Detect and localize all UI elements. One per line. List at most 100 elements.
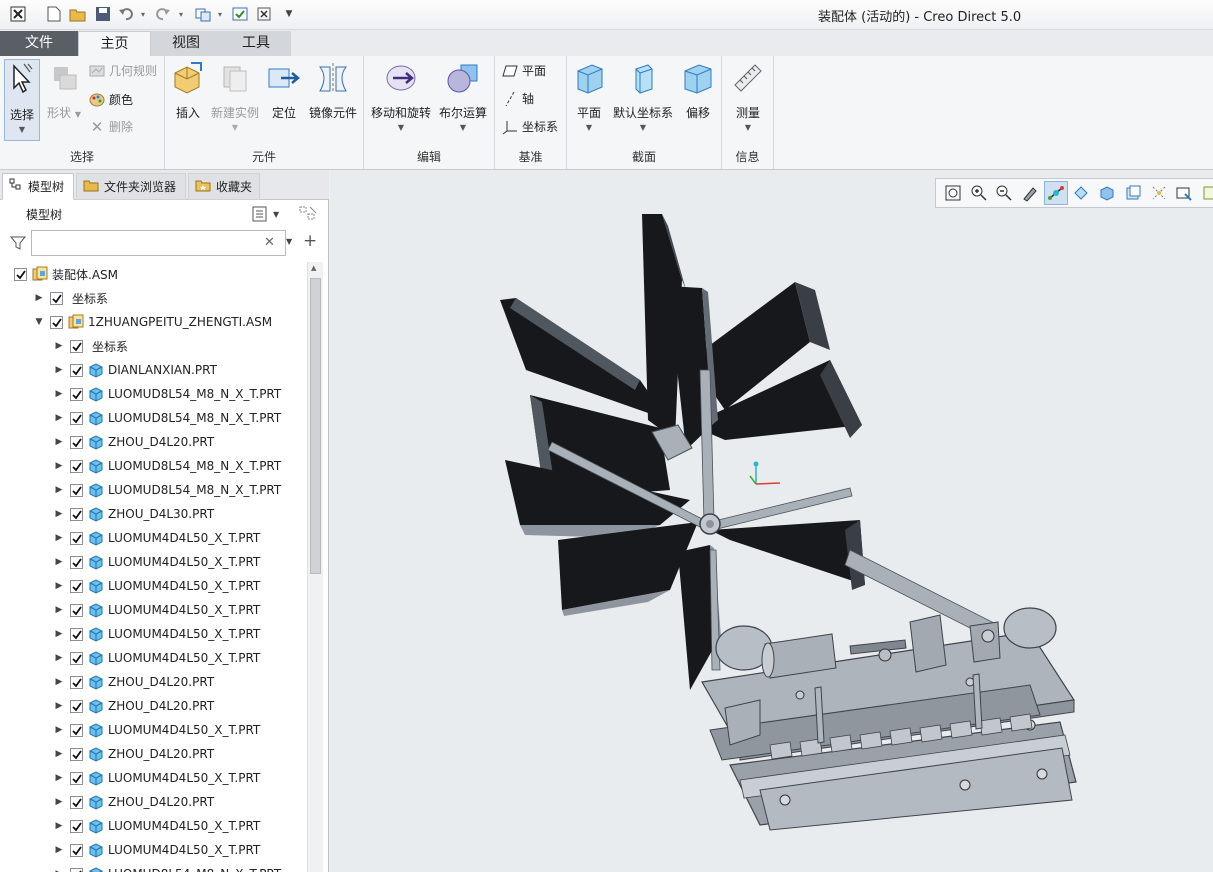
datum-csys-button[interactable]: 坐标系 [501, 118, 558, 135]
undo-icon[interactable] [117, 5, 135, 23]
expand-arrow-icon[interactable]: ▶ [54, 629, 64, 639]
insert-button[interactable]: 插入 [169, 60, 207, 121]
visibility-checkbox[interactable] [14, 267, 27, 281]
tree-row[interactable]: ▶ 坐标系 [0, 286, 307, 310]
tree-row[interactable]: ▶ ZHOU_D4L20.PRT [0, 742, 307, 766]
expand-arrow-icon[interactable]: ▶ [54, 389, 64, 399]
zoom-in-icon[interactable] [967, 181, 991, 205]
tree-row[interactable]: ▶ LUOMUM4D4L50_X_T.PRT [0, 526, 307, 550]
visibility-checkbox[interactable] [70, 723, 83, 737]
measure-button[interactable]: 测量 ▼ [728, 60, 768, 132]
expand-arrow-icon[interactable]: ▶ [54, 437, 64, 447]
tree-row[interactable]: ▶ LUOMUM4D4L50_X_T.PRT [0, 550, 307, 574]
mirror-component-button[interactable]: 镜像元件 [305, 60, 361, 121]
tree-row[interactable]: ▶LUOMUD8L54_M8_N_X_T.PRT [0, 382, 307, 406]
visibility-checkbox[interactable] [70, 507, 83, 521]
new-instance-button[interactable]: 新建实例 ▼ [209, 60, 261, 132]
expand-arrow-icon[interactable]: ▶ [54, 557, 64, 567]
expand-arrow-icon[interactable]: ▶ [54, 341, 64, 351]
tab-favorites[interactable]: 收藏夹 [188, 173, 260, 200]
tree-columns-button[interactable] [298, 204, 320, 224]
expand-arrow-icon[interactable]: ▶ [54, 413, 64, 423]
expand-arrow-icon[interactable]: ▶ [54, 797, 64, 807]
tree-scrollbar-thumb[interactable] [310, 278, 321, 574]
tree-row[interactable]: ▶ ZHOU_D4L20.PRT [0, 694, 307, 718]
visibility-checkbox[interactable] [70, 867, 83, 872]
shape-button[interactable]: 形状 ▼ [44, 60, 84, 121]
select-button[interactable]: 选择 ▼ [4, 59, 40, 141]
tree-row[interactable]: ▶ ZHOU_D4L20.PRT [0, 670, 307, 694]
visibility-checkbox[interactable] [70, 555, 83, 569]
clear-search-icon[interactable]: ✕ [264, 235, 275, 250]
graphics-window[interactable] [330, 170, 1213, 872]
offset-button[interactable]: 偏移 [679, 60, 717, 121]
visibility-checkbox[interactable] [50, 315, 63, 329]
expand-arrow-icon[interactable]: ▶ [54, 677, 64, 687]
visibility-checkbox[interactable] [70, 483, 83, 497]
visibility-checkbox[interactable] [70, 675, 83, 689]
visibility-checkbox[interactable] [70, 771, 83, 785]
tree-row[interactable]: ▶ LUOMUM4D4L50_X_T.PRT [0, 814, 307, 838]
open-file-icon[interactable] [67, 5, 89, 23]
expand-arrow-icon[interactable]: ▶ [54, 365, 64, 375]
visibility-checkbox[interactable] [70, 459, 83, 473]
expand-arrow-icon[interactable]: ▶ [34, 293, 44, 303]
tree-row[interactable]: ▶ LUOMUM4D4L50_X_T.PRT [0, 622, 307, 646]
tree-row[interactable]: ▶ ZHOU_D4L30.PRT [0, 502, 307, 526]
add-filter-icon[interactable]: + [303, 231, 317, 251]
tree-row[interactable]: ▶ LUOMUM4D4L50_X_T.PRT [0, 646, 307, 670]
tree-row[interactable]: ▶ LUOMUM4D4L50_X_T.PRT [0, 838, 307, 862]
tree-row[interactable]: ▶ ZHOU_D4L20.PRT [0, 430, 307, 454]
tree-settings-button[interactable]: ▼ [251, 204, 287, 224]
save-icon[interactable] [93, 5, 113, 23]
position-button[interactable]: 定位 [267, 60, 301, 121]
visibility-checkbox[interactable] [70, 411, 83, 425]
tab-home[interactable]: 主页 [78, 31, 151, 56]
collapse-arrow-icon[interactable]: ▼ [34, 317, 44, 327]
scroll-up-icon[interactable]: ▲ [311, 264, 316, 272]
expand-arrow-icon[interactable]: ▶ [54, 605, 64, 615]
saved-views-icon[interactable] [1121, 181, 1145, 205]
annotation-display-icon[interactable] [1173, 181, 1197, 205]
tab-model-tree[interactable]: 模型树 [2, 173, 74, 200]
expand-arrow-icon[interactable]: ▶ [54, 773, 64, 783]
tree-row[interactable]: ▶ LUOMUM4D4L50_X_T.PRT [0, 766, 307, 790]
move-rotate-button[interactable]: 移动和旋转 ▼ [368, 60, 434, 132]
spin-center-icon[interactable] [1043, 181, 1068, 205]
visibility-checkbox[interactable] [70, 531, 83, 545]
visibility-checkbox[interactable] [70, 579, 83, 593]
redo-dropdown-icon[interactable]: ▾ [176, 5, 186, 23]
delete-button[interactable]: ✕ 删除 [88, 118, 133, 136]
visibility-checkbox[interactable] [70, 843, 83, 857]
window-icon[interactable] [230, 5, 250, 23]
visibility-checkbox[interactable] [70, 627, 83, 641]
regenerate-dropdown-icon[interactable]: ▾ [215, 5, 225, 23]
section-plane-button[interactable]: 平面 ▼ [571, 60, 607, 132]
expand-arrow-icon[interactable]: ▶ [54, 749, 64, 759]
visibility-checkbox[interactable] [70, 603, 83, 617]
tree-row[interactable]: ▶LUOMUD8L54_M8_N_X_T.PRT [0, 478, 307, 502]
assembly-model[interactable] [330, 170, 1213, 872]
expand-arrow-icon[interactable]: ▶ [54, 701, 64, 711]
boolean-button[interactable]: 布尔运算 ▼ [436, 60, 490, 132]
tree-row[interactable]: ▼ 1ZHUANGPEITU_ZHENGTI.ASM [0, 310, 307, 334]
visibility-checkbox[interactable] [70, 435, 83, 449]
filter-icon[interactable] [9, 235, 27, 254]
tree-row[interactable]: ▶LUOMUD8L54_M8_N_X_T.PRT [0, 406, 307, 430]
view-manager-icon[interactable] [1070, 181, 1094, 205]
tree-row[interactable]: ▶LUOMUD8L54_M8_N_X_T.PRT [0, 454, 307, 478]
close-window-icon[interactable] [255, 5, 273, 23]
tab-folder-browser[interactable]: 文件夹浏览器 [76, 173, 186, 200]
tree-row[interactable]: ▶ LUOMUM4D4L50_X_T.PRT [0, 598, 307, 622]
redo-icon[interactable] [154, 5, 172, 23]
expand-arrow-icon[interactable]: ▶ [54, 821, 64, 831]
tree-search-input[interactable] [31, 230, 286, 256]
tree-row[interactable]: ▶LUOMUD8L54_M8_N_X_T.PRT [0, 862, 307, 872]
undo-dropdown-icon[interactable]: ▾ [138, 5, 148, 23]
regenerate-icon[interactable] [193, 5, 213, 23]
tree-scrollbar[interactable]: ▲ [307, 262, 323, 872]
expand-arrow-icon[interactable]: ▶ [54, 845, 64, 855]
zoom-out-icon[interactable] [992, 181, 1016, 205]
visibility-checkbox[interactable] [70, 363, 83, 377]
visibility-checkbox[interactable] [70, 795, 83, 809]
